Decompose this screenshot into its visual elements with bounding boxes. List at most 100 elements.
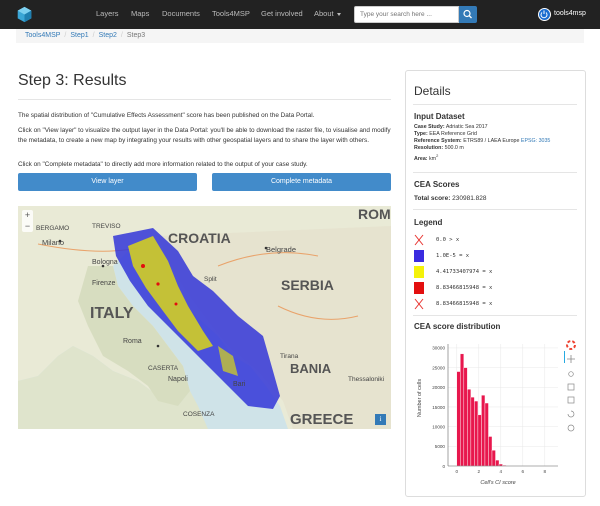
legend-label: 4.41733407974 = x (436, 269, 493, 275)
breadcrumb-separator: / (92, 32, 95, 39)
breadcrumb-step2[interactable]: Step2 (99, 32, 117, 39)
chart-toolbar (564, 340, 576, 432)
histogram-bar[interactable] (488, 436, 493, 467)
histogram-bar[interactable] (470, 396, 475, 467)
map-label-caserta: CASERTA (148, 365, 179, 372)
nav-layers[interactable]: Layers (96, 9, 119, 18)
case-study-value: Adriatic Sea 2017 (445, 124, 488, 130)
resolution-line: Resolution: 500.0 m (414, 145, 464, 152)
legend-swatch-red (414, 282, 424, 294)
results-map[interactable]: ROM CROATIA SERBIA ITALY BANIA GREECE BE… (18, 206, 391, 429)
view-layer-instructions: Click on "View layer" to visualize the o… (18, 127, 391, 144)
x-tick-label: 0 (456, 469, 459, 474)
nav-maps[interactable]: Maps (131, 9, 149, 18)
resolution-value: 500.0 m (444, 145, 464, 151)
metadata-instructions: Click on "Complete metadata" to directly… (18, 161, 308, 168)
map-label-split: Split (204, 276, 217, 283)
reference-system-line: Reference System: ETRS89 / LAEA Europe E… (414, 138, 550, 145)
epsg-link[interactable]: EPSG: 3035 (521, 138, 550, 144)
nav-get-involved[interactable]: Get involved (261, 9, 303, 18)
chevron-down-icon (336, 12, 341, 16)
legend-swatch-blue (414, 250, 424, 262)
map-label-albania: BANIA (290, 361, 332, 376)
help-icon[interactable] (567, 424, 575, 432)
legend-swatch-x (414, 234, 424, 246)
map-label-bergamo: BERGAMO (36, 225, 69, 232)
legend-item: 0.0 > x (414, 234, 574, 246)
histogram-bar[interactable] (474, 400, 479, 467)
breadcrumb-separator: / (120, 32, 123, 39)
divider (18, 99, 391, 100)
legend-item: 4.41733407974 = x (414, 266, 574, 278)
logo-icon[interactable] (16, 6, 33, 23)
bokeh-logo-icon[interactable] (566, 340, 576, 350)
zoom-in-button[interactable]: + (22, 210, 33, 221)
y-tick-label: 10000 (432, 424, 445, 429)
histogram-bar[interactable] (495, 459, 500, 467)
divider (413, 209, 577, 210)
x-tick-label: 2 (478, 469, 481, 474)
complete-metadata-button[interactable]: Complete metadata (212, 173, 391, 191)
reference-system-label: Reference System: (414, 138, 462, 144)
y-tick-label: 15000 (432, 405, 445, 410)
histogram-bar[interactable] (460, 353, 465, 467)
legend-heading: Legend (414, 218, 443, 227)
view-layer-button[interactable]: View layer (18, 173, 197, 191)
results-description: The spatial distribution of "Cumulative … (18, 112, 315, 119)
map-label-greece: GREECE (290, 411, 353, 428)
legend-label: 8.83466815948 = x (436, 285, 493, 291)
map-label-tirana: Tirana (280, 353, 299, 360)
type-line: Type: EEA Reference Grid (414, 131, 477, 138)
map-info-button[interactable]: i (375, 414, 386, 425)
search-icon (463, 9, 472, 19)
map-canvas[interactable]: ROM CROATIA SERBIA ITALY BANIA GREECE BE… (18, 206, 391, 429)
area-line: Area: km2 (414, 152, 438, 163)
map-label-bologna: Bologna (92, 259, 118, 266)
total-score-line: Total score: 230981.828 (414, 195, 487, 202)
box-zoom-icon[interactable] (567, 383, 575, 391)
legend-swatch-x (414, 298, 424, 310)
histogram-bar[interactable] (484, 402, 489, 467)
active-tool-indicator (564, 351, 565, 363)
search-input[interactable] (354, 6, 459, 23)
user-menu[interactable]: tools4msp (554, 10, 586, 17)
legend-item: 1.0E-5 = x (414, 250, 574, 262)
breadcrumb-step1[interactable]: Step1 (70, 32, 88, 39)
cea-histogram[interactable]: 0 5000 10000 15000 20000 25000 30000 0 2 4 6 8 Numb… (414, 336, 584, 488)
x-tick-label: 4 (500, 469, 503, 474)
nav-documents[interactable]: Documents (162, 9, 200, 18)
reset-icon[interactable] (567, 410, 575, 418)
y-tick-label: 20000 (432, 385, 445, 390)
zoom-out-button[interactable]: − (22, 221, 33, 232)
nav-tools4msp[interactable]: Tools4MSP (212, 9, 250, 18)
input-dataset-heading: Input Dataset (414, 112, 465, 121)
histogram-bar[interactable] (456, 371, 461, 467)
type-label: Type: (414, 131, 428, 137)
search-button[interactable] (459, 6, 477, 23)
map-label-milano: Milano (42, 238, 64, 247)
breadcrumb: Tools4MSP / Step1/Step2/Step3 (16, 29, 584, 43)
histogram-bar[interactable] (463, 367, 468, 467)
zoom-icon[interactable] (568, 371, 574, 377)
histogram-bar[interactable] (481, 394, 486, 467)
histogram-bar[interactable] (467, 389, 472, 467)
user-power-icon[interactable] (538, 8, 551, 21)
histogram-bar[interactable] (477, 414, 482, 467)
case-study-label: Case Study: (414, 124, 445, 130)
pan-icon[interactable] (567, 355, 575, 363)
area-unit-exponent: 2 (436, 153, 439, 158)
divider (413, 104, 577, 105)
map-label-italy: ITALY (90, 305, 134, 322)
nav-about[interactable]: About (314, 9, 341, 18)
reference-system-value: ETRS89 / LAEA Europe (463, 138, 520, 144)
divider (413, 315, 577, 316)
breadcrumb-tools4msp[interactable]: Tools4MSP (25, 32, 60, 39)
nav-about-label: About (314, 9, 334, 18)
y-tick-label: 0 (442, 464, 445, 469)
map-label-napoli: Napoli (168, 376, 188, 383)
cea-scores-heading: CEA Scores (414, 180, 460, 189)
divider (413, 172, 577, 173)
save-icon[interactable] (567, 396, 575, 404)
histogram-bar[interactable] (491, 450, 496, 467)
legend-label: 8.83466815948 = x (436, 301, 493, 307)
